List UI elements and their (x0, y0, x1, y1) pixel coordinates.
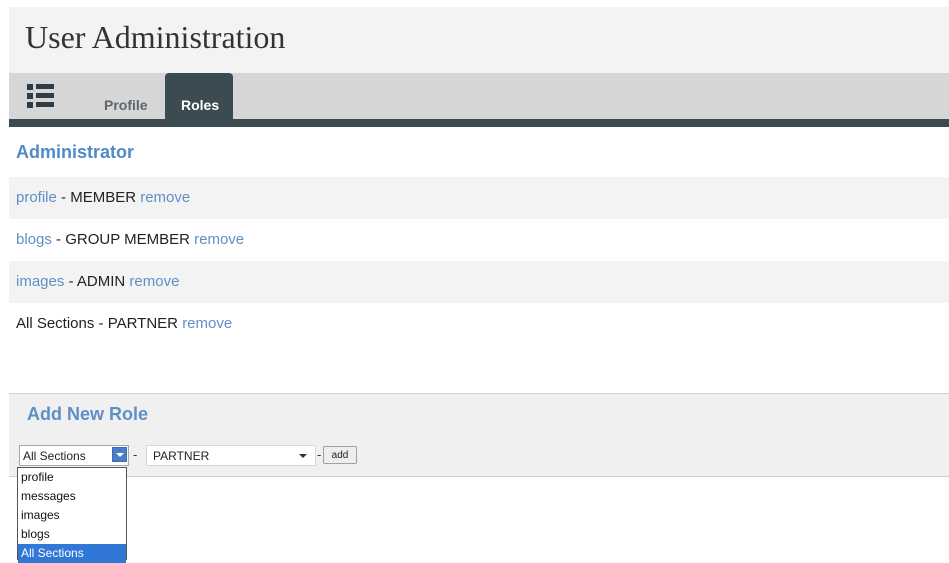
tab-bar: Profile Roles (9, 73, 949, 119)
role-row: images - ADMIN remove (9, 261, 949, 303)
section-select[interactable]: All Sections (19, 445, 129, 466)
role-name: PARTNER (107, 315, 179, 332)
tab-underline (9, 119, 949, 127)
role-name: GROUP MEMBER (65, 231, 190, 248)
section-select-value: All Sections (23, 449, 86, 463)
dropdown-option[interactable]: images (18, 506, 126, 525)
role-group-title: Administrator (16, 142, 135, 162)
separator-dash: - (133, 447, 138, 462)
page-title: User Administration (25, 19, 286, 55)
remove-link[interactable]: remove (182, 315, 232, 332)
role-row: All Sections - PARTNER remove (16, 315, 233, 332)
remove-link[interactable]: remove (194, 231, 244, 248)
role-row: blogs - GROUP MEMBER remove (16, 231, 245, 248)
section-link[interactable]: blogs (16, 231, 52, 248)
tab-roles-label: Roles (181, 97, 220, 113)
role-select[interactable]: PARTNER (146, 445, 316, 466)
chevron-down-icon[interactable] (112, 447, 127, 462)
section-label: All Sections (16, 315, 95, 332)
dropdown-option[interactable]: blogs (18, 525, 126, 544)
add-role-panel: Add New Role All Sections - PARTNER - ad… (9, 393, 949, 477)
add-role-title: Add New Role (27, 404, 149, 424)
separator-dash: - (317, 447, 322, 462)
role-name: MEMBER (70, 189, 137, 206)
role-name: ADMIN (76, 273, 126, 290)
dropdown-option-selected[interactable]: All Sections (18, 544, 126, 563)
dropdown-option[interactable]: messages (18, 487, 126, 506)
section-dropdown-list: profile messages images blogs All Sectio… (17, 467, 127, 563)
role-row: profile - MEMBER remove (9, 177, 949, 219)
tab-profile[interactable]: Profile (104, 97, 148, 113)
chevron-down-icon (299, 454, 307, 458)
page-header: User Administration (9, 7, 949, 73)
add-button[interactable]: add (323, 446, 357, 464)
tab-roles[interactable]: Roles (165, 73, 233, 119)
remove-link[interactable]: remove (140, 189, 190, 206)
remove-link[interactable]: remove (129, 273, 179, 290)
dropdown-option[interactable]: profile (18, 468, 126, 487)
list-menu-icon[interactable] (27, 82, 55, 110)
section-link[interactable]: images (16, 273, 64, 290)
section-link[interactable]: profile (16, 189, 57, 206)
role-select-value: PARTNER (153, 449, 210, 463)
